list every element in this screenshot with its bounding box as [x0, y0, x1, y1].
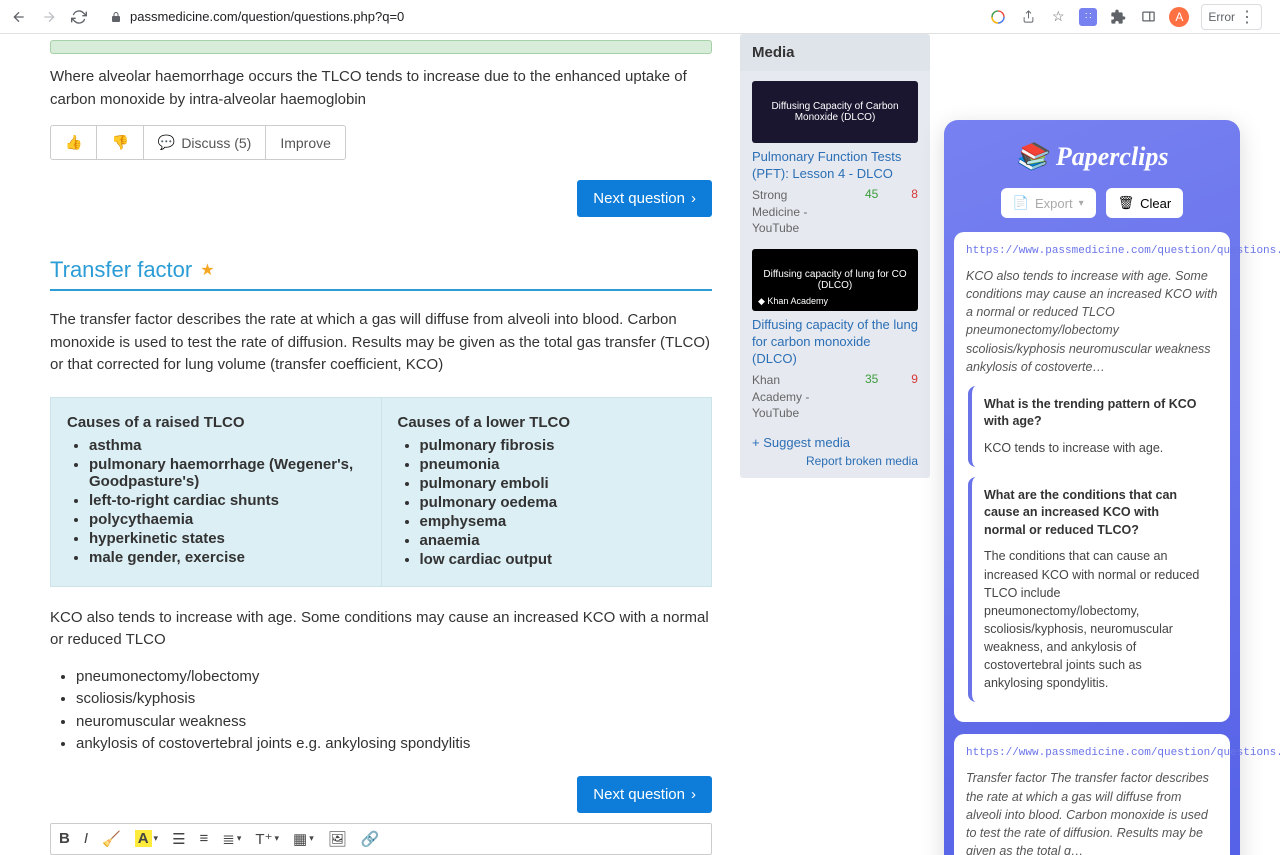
next-question-button[interactable]: Next question› [577, 180, 712, 217]
video-link[interactable]: Diffusing capacity of the lung for carbo… [752, 317, 918, 368]
card-excerpt: KCO also tends to increase with age. Som… [966, 267, 1218, 376]
star-icon[interactable]: ★ [200, 260, 214, 280]
books-icon: 📚 [1015, 142, 1047, 172]
forward-button[interactable] [40, 8, 58, 26]
report-broken-link[interactable]: Report broken media [752, 454, 918, 468]
list-item: pulmonary haemorrhage (Wegener's, Goodpa… [89, 456, 365, 490]
card-url[interactable]: https://www.passmedicine.com/question/qu… [966, 245, 1280, 257]
qa-answer: The conditions that can cause an increas… [984, 547, 1204, 692]
list-item: polycythaemia [89, 511, 365, 528]
export-button[interactable]: 📄Export▾ [1001, 188, 1096, 218]
plus-icon: + [752, 435, 763, 450]
video-thumbnail[interactable]: Diffusing Capacity of Carbon Monoxide (D… [752, 81, 918, 143]
reload-button[interactable] [70, 8, 88, 26]
profile-avatar[interactable]: A [1169, 7, 1189, 27]
list-item: pneumonia [420, 456, 696, 473]
browser-toolbar: passmedicine.com/question/questions.php?… [0, 0, 1280, 34]
answer-banner [50, 40, 712, 54]
list-item: pulmonary oedema [420, 494, 696, 511]
qa-question: What are the conditions that can cause a… [984, 487, 1204, 540]
list-item: pneumonectomy/lobectomy [76, 666, 712, 689]
improve-button[interactable]: Improve [266, 126, 345, 159]
google-icon[interactable] [989, 8, 1007, 26]
list-item: anaemia [420, 532, 696, 549]
list-item: emphysema [420, 513, 696, 530]
qa-answer: KCO tends to increase with age. [984, 439, 1204, 457]
back-button[interactable] [10, 8, 28, 26]
feedback-row: 👍 👎 💬Discuss (5) Improve [50, 125, 346, 160]
list-item: male gender, exercise [89, 549, 365, 566]
kco-paragraph: KCO also tends to increase with age. Som… [50, 607, 712, 652]
error-badge[interactable]: Error⋮ [1201, 4, 1262, 30]
list-item: scoliosis/kyphosis [76, 688, 712, 711]
list-item: pulmonary fibrosis [420, 437, 696, 454]
trash-icon: 🗑 [1118, 195, 1135, 211]
downvote-count: 9 [911, 372, 918, 386]
list-item: low cardiac output [420, 551, 696, 568]
next-question-button-2[interactable]: Next question› [577, 776, 712, 813]
thumb-up-icon: 👍 [65, 134, 82, 151]
file-icon: 📄 [1013, 195, 1029, 211]
extension-purple-icon[interactable]: ∷ [1079, 8, 1097, 26]
bold-button[interactable]: B [59, 830, 70, 847]
link-button[interactable]: 🔗 [361, 830, 380, 848]
paperclips-logo: 📚 Paperclips [954, 142, 1230, 172]
card-url[interactable]: https://www.passmedicine.com/question/qu… [966, 747, 1280, 759]
bullet-list-button[interactable]: ☰ [172, 830, 185, 848]
lower-cell: Causes of a lower TLCO pulmonary fibrosi… [381, 397, 712, 586]
comment-icon: 💬 [158, 134, 175, 151]
video-link[interactable]: Pulmonary Function Tests (PFT): Lesson 4… [752, 149, 918, 183]
list-item: hyperkinetic states [89, 530, 365, 547]
chevron-right-icon: › [691, 190, 696, 207]
clear-button[interactable]: 🗑Clear [1106, 188, 1184, 218]
upvote-count: 45 [865, 187, 878, 201]
list-item: asthma [89, 437, 365, 454]
url-bar[interactable]: passmedicine.com/question/questions.php?… [130, 9, 404, 24]
paperclips-panel: 📚 Paperclips 📄Export▾ 🗑Clear https://www… [944, 120, 1240, 855]
table-button[interactable]: ▦▾ [293, 830, 314, 848]
alveolar-paragraph: Where alveolar haemorrhage occurs the TL… [50, 66, 712, 111]
text-color-button[interactable]: A▾ [135, 830, 158, 847]
align-button[interactable]: ≣▾ [222, 830, 241, 848]
chevron-down-icon: ▾ [1079, 198, 1084, 209]
qa-question: What is the trending pattern of KCO with… [984, 396, 1204, 431]
image-button[interactable]: 🖼 [328, 830, 347, 848]
downvote-count: 8 [911, 187, 918, 201]
clear-format-button[interactable]: 🧹 [102, 830, 121, 848]
qa-card: What are the conditions that can cause a… [968, 477, 1216, 703]
extensions-puzzle-icon[interactable] [1109, 8, 1127, 26]
list-item: pulmonary emboli [420, 475, 696, 492]
editor-toolbar: B I 🧹 A▾ ☰ ≡ ≣▾ T⁺▾ ▦▾ 🖼 🔗 [50, 823, 712, 855]
discuss-button[interactable]: 💬Discuss (5) [144, 126, 266, 159]
list-item: ankylosis of costovertebral joints e.g. … [76, 733, 712, 756]
bookmark-star-icon[interactable]: ☆ [1049, 8, 1067, 26]
thumbs-down-button[interactable]: 👎 [97, 126, 143, 159]
italic-button[interactable]: I [84, 830, 88, 847]
suggest-media-link[interactable]: + Suggest media [752, 435, 850, 450]
video-source: Khan Academy - YouTube [752, 372, 832, 422]
thumbs-up-button[interactable]: 👍 [51, 126, 97, 159]
kco-list: pneumonectomy/lobectomy scoliosis/kyphos… [50, 666, 712, 756]
list-item: left-to-right cardiac shunts [89, 492, 365, 509]
raised-cell: Causes of a raised TLCO asthma pulmonary… [51, 397, 382, 586]
upvote-count: 35 [865, 372, 878, 386]
media-header: Media [740, 34, 930, 71]
qa-card: What is the trending pattern of KCO with… [968, 386, 1216, 467]
share-icon[interactable] [1019, 8, 1037, 26]
thumb-down-icon: 👎 [111, 134, 128, 151]
numbered-list-button[interactable]: ≡ [200, 830, 209, 847]
video-thumbnail[interactable]: Diffusing capacity of lung for CO (DLCO)… [752, 249, 918, 311]
video-source: Strong Medicine - YouTube [752, 187, 832, 237]
intro-paragraph: The transfer factor describes the rate a… [50, 309, 712, 377]
tlco-table: Causes of a raised TLCO asthma pulmonary… [50, 397, 712, 587]
lock-icon [110, 11, 122, 23]
list-item: neuromuscular weakness [76, 711, 712, 734]
paperclips-card: https://www.passmedicine.com/question/qu… [954, 232, 1230, 722]
media-panel: Media Diffusing Capacity of Carbon Monox… [740, 34, 930, 478]
title-divider [50, 289, 712, 291]
section-title: Transfer factor ★ [50, 257, 712, 283]
font-size-button[interactable]: T⁺▾ [255, 830, 279, 848]
panel-icon[interactable] [1139, 8, 1157, 26]
